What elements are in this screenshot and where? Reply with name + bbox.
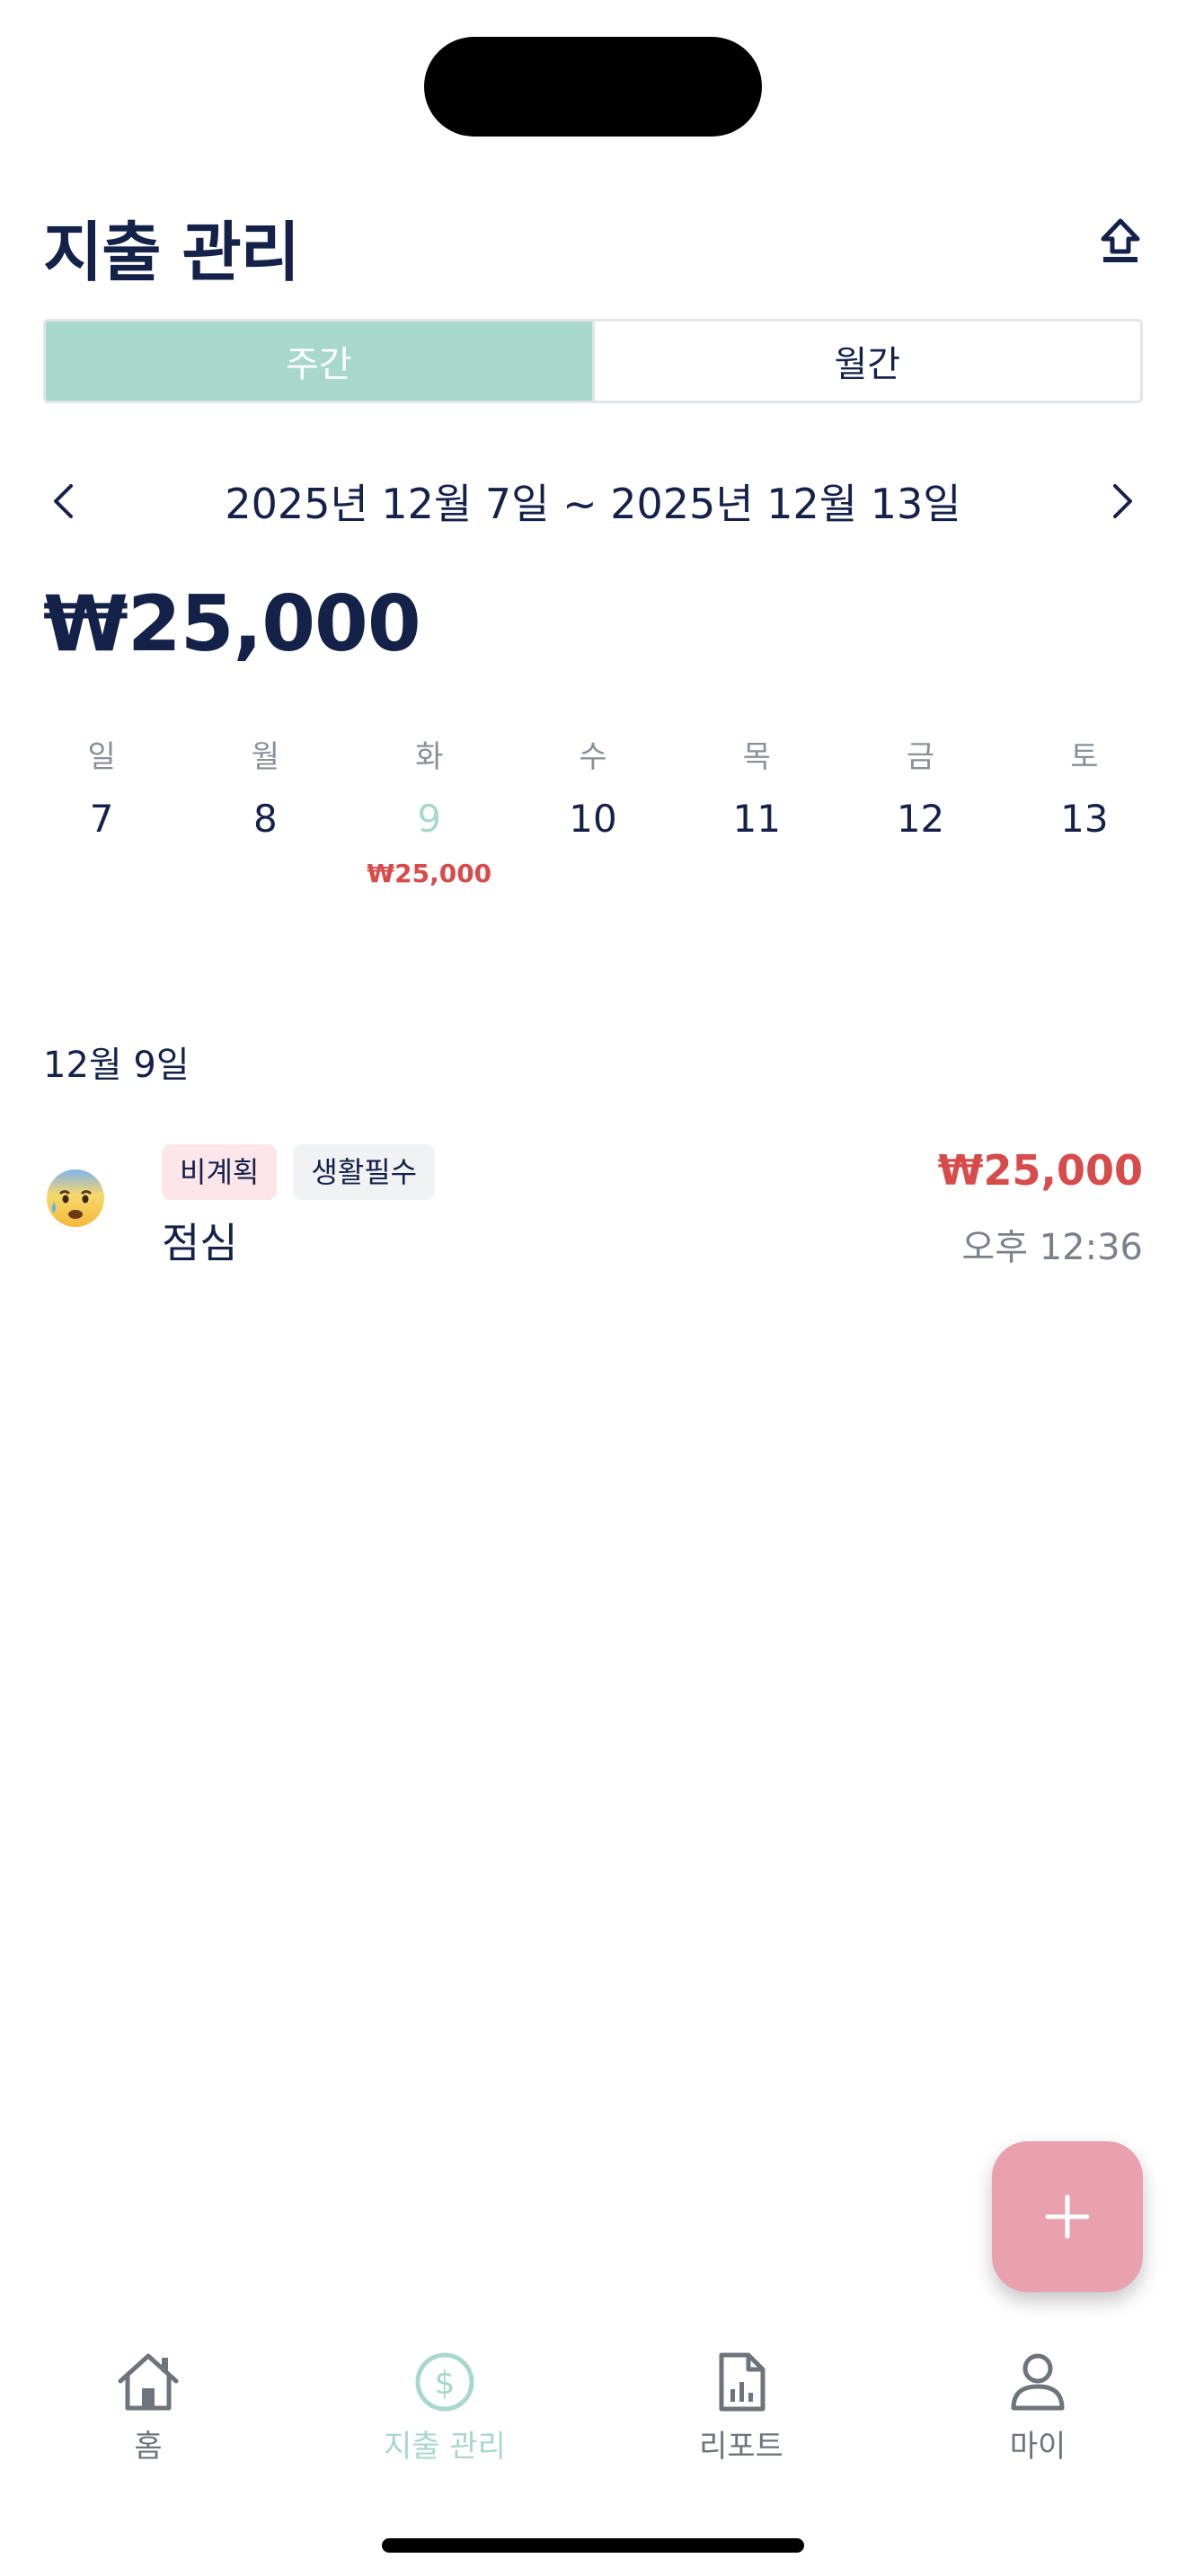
day-number: 8 bbox=[253, 797, 278, 841]
report-document-icon bbox=[719, 2352, 766, 2412]
day-number: 10 bbox=[569, 797, 617, 841]
day-label: 토 bbox=[1070, 739, 1099, 775]
day-monday[interactable]: 월 8 bbox=[183, 732, 347, 892]
day-label: 목 bbox=[742, 739, 771, 775]
day-label: 월 bbox=[251, 739, 280, 775]
day-number: 11 bbox=[732, 797, 781, 841]
day-number: 7 bbox=[89, 797, 114, 841]
list-date-header: 12월 9일 bbox=[43, 1045, 190, 1086]
tab-label: 지출 관리 bbox=[384, 2429, 506, 2465]
next-week-button[interactable] bbox=[1096, 463, 1150, 540]
day-tuesday[interactable]: 화 9 ₩25,000 bbox=[348, 732, 511, 892]
day-saturday[interactable]: 토 13 bbox=[1003, 732, 1166, 892]
expense-management-screen: 지출 관리 주간 월간 2025년 12월 7일 ~ 2025년 12월 13일… bbox=[0, 0, 1186, 2576]
period-segment-control: 주간 월간 bbox=[43, 319, 1143, 403]
plus-icon bbox=[1045, 2194, 1090, 2239]
expense-time: 오후 12:36 bbox=[961, 1227, 1143, 1268]
tab-label: 홈 bbox=[134, 2429, 163, 2465]
tab-expense[interactable]: $ 지출 관리 bbox=[296, 2346, 593, 2481]
chevron-right-icon bbox=[1112, 484, 1132, 518]
tab-my[interactable]: 마이 bbox=[890, 2346, 1186, 2481]
tag-essential: 생활필수 bbox=[293, 1144, 436, 1200]
svg-text:$: $ bbox=[435, 2365, 456, 2402]
anxious-sweat-face-icon bbox=[47, 1169, 104, 1227]
tab-label: 마이 bbox=[1009, 2429, 1067, 2465]
day-amount: ₩25,000 bbox=[367, 859, 492, 888]
day-friday[interactable]: 금 12 bbox=[838, 732, 1002, 892]
date-range-text: 2025년 12월 7일 ~ 2025년 12월 13일 bbox=[225, 480, 961, 528]
dynamic-island bbox=[424, 37, 762, 137]
day-label: 화 bbox=[415, 739, 444, 775]
segment-weekly-tab[interactable]: 주간 bbox=[46, 322, 592, 401]
day-wednesday[interactable]: 수 10 bbox=[511, 732, 675, 892]
tab-report[interactable]: 리포트 bbox=[593, 2346, 890, 2481]
date-range-navigator: 2025년 12월 7일 ~ 2025년 12월 13일 bbox=[36, 463, 1150, 540]
add-expense-button[interactable] bbox=[992, 2141, 1143, 2292]
bottom-tab-bar: 홈 $ 지출 관리 리포트 마이 bbox=[0, 2346, 1186, 2481]
user-icon bbox=[1011, 2353, 1065, 2411]
day-sunday[interactable]: 일 7 bbox=[20, 732, 183, 892]
day-number: 12 bbox=[896, 797, 945, 841]
expense-list-item[interactable]: 비계획 생활필수 점심 ₩25,000 오후 12:36 bbox=[43, 1139, 1143, 1283]
day-label: 일 bbox=[87, 739, 116, 775]
dollar-circle-icon: $ bbox=[415, 2352, 474, 2412]
home-icon bbox=[118, 2353, 179, 2411]
total-amount: ₩25,000 bbox=[43, 579, 421, 669]
day-number-selected: 9 bbox=[417, 797, 442, 841]
home-indicator bbox=[382, 2538, 804, 2553]
day-label: 금 bbox=[906, 739, 935, 775]
day-number: 13 bbox=[1060, 797, 1109, 841]
expense-tags: 비계획 생활필수 bbox=[162, 1144, 436, 1200]
page-title: 지출 관리 bbox=[43, 215, 300, 290]
day-thursday[interactable]: 목 11 bbox=[675, 732, 838, 892]
export-button[interactable] bbox=[1096, 214, 1145, 268]
segment-monthly-tab[interactable]: 월간 bbox=[591, 322, 1140, 401]
tag-unplanned: 비계획 bbox=[162, 1144, 278, 1200]
week-calendar: 일 7 월 8 화 9 ₩25,000 수 10 목 11 금 12 토 13 bbox=[20, 732, 1166, 892]
day-label: 수 bbox=[579, 739, 607, 775]
tab-home[interactable]: 홈 bbox=[0, 2346, 296, 2481]
chevron-left-icon bbox=[54, 484, 73, 518]
previous-week-button[interactable] bbox=[36, 463, 90, 540]
expense-amount: ₩25,000 bbox=[937, 1146, 1143, 1195]
expense-name: 점심 bbox=[162, 1219, 238, 1267]
tab-label: 리포트 bbox=[699, 2429, 783, 2465]
upload-arrow-icon bbox=[1101, 218, 1140, 262]
